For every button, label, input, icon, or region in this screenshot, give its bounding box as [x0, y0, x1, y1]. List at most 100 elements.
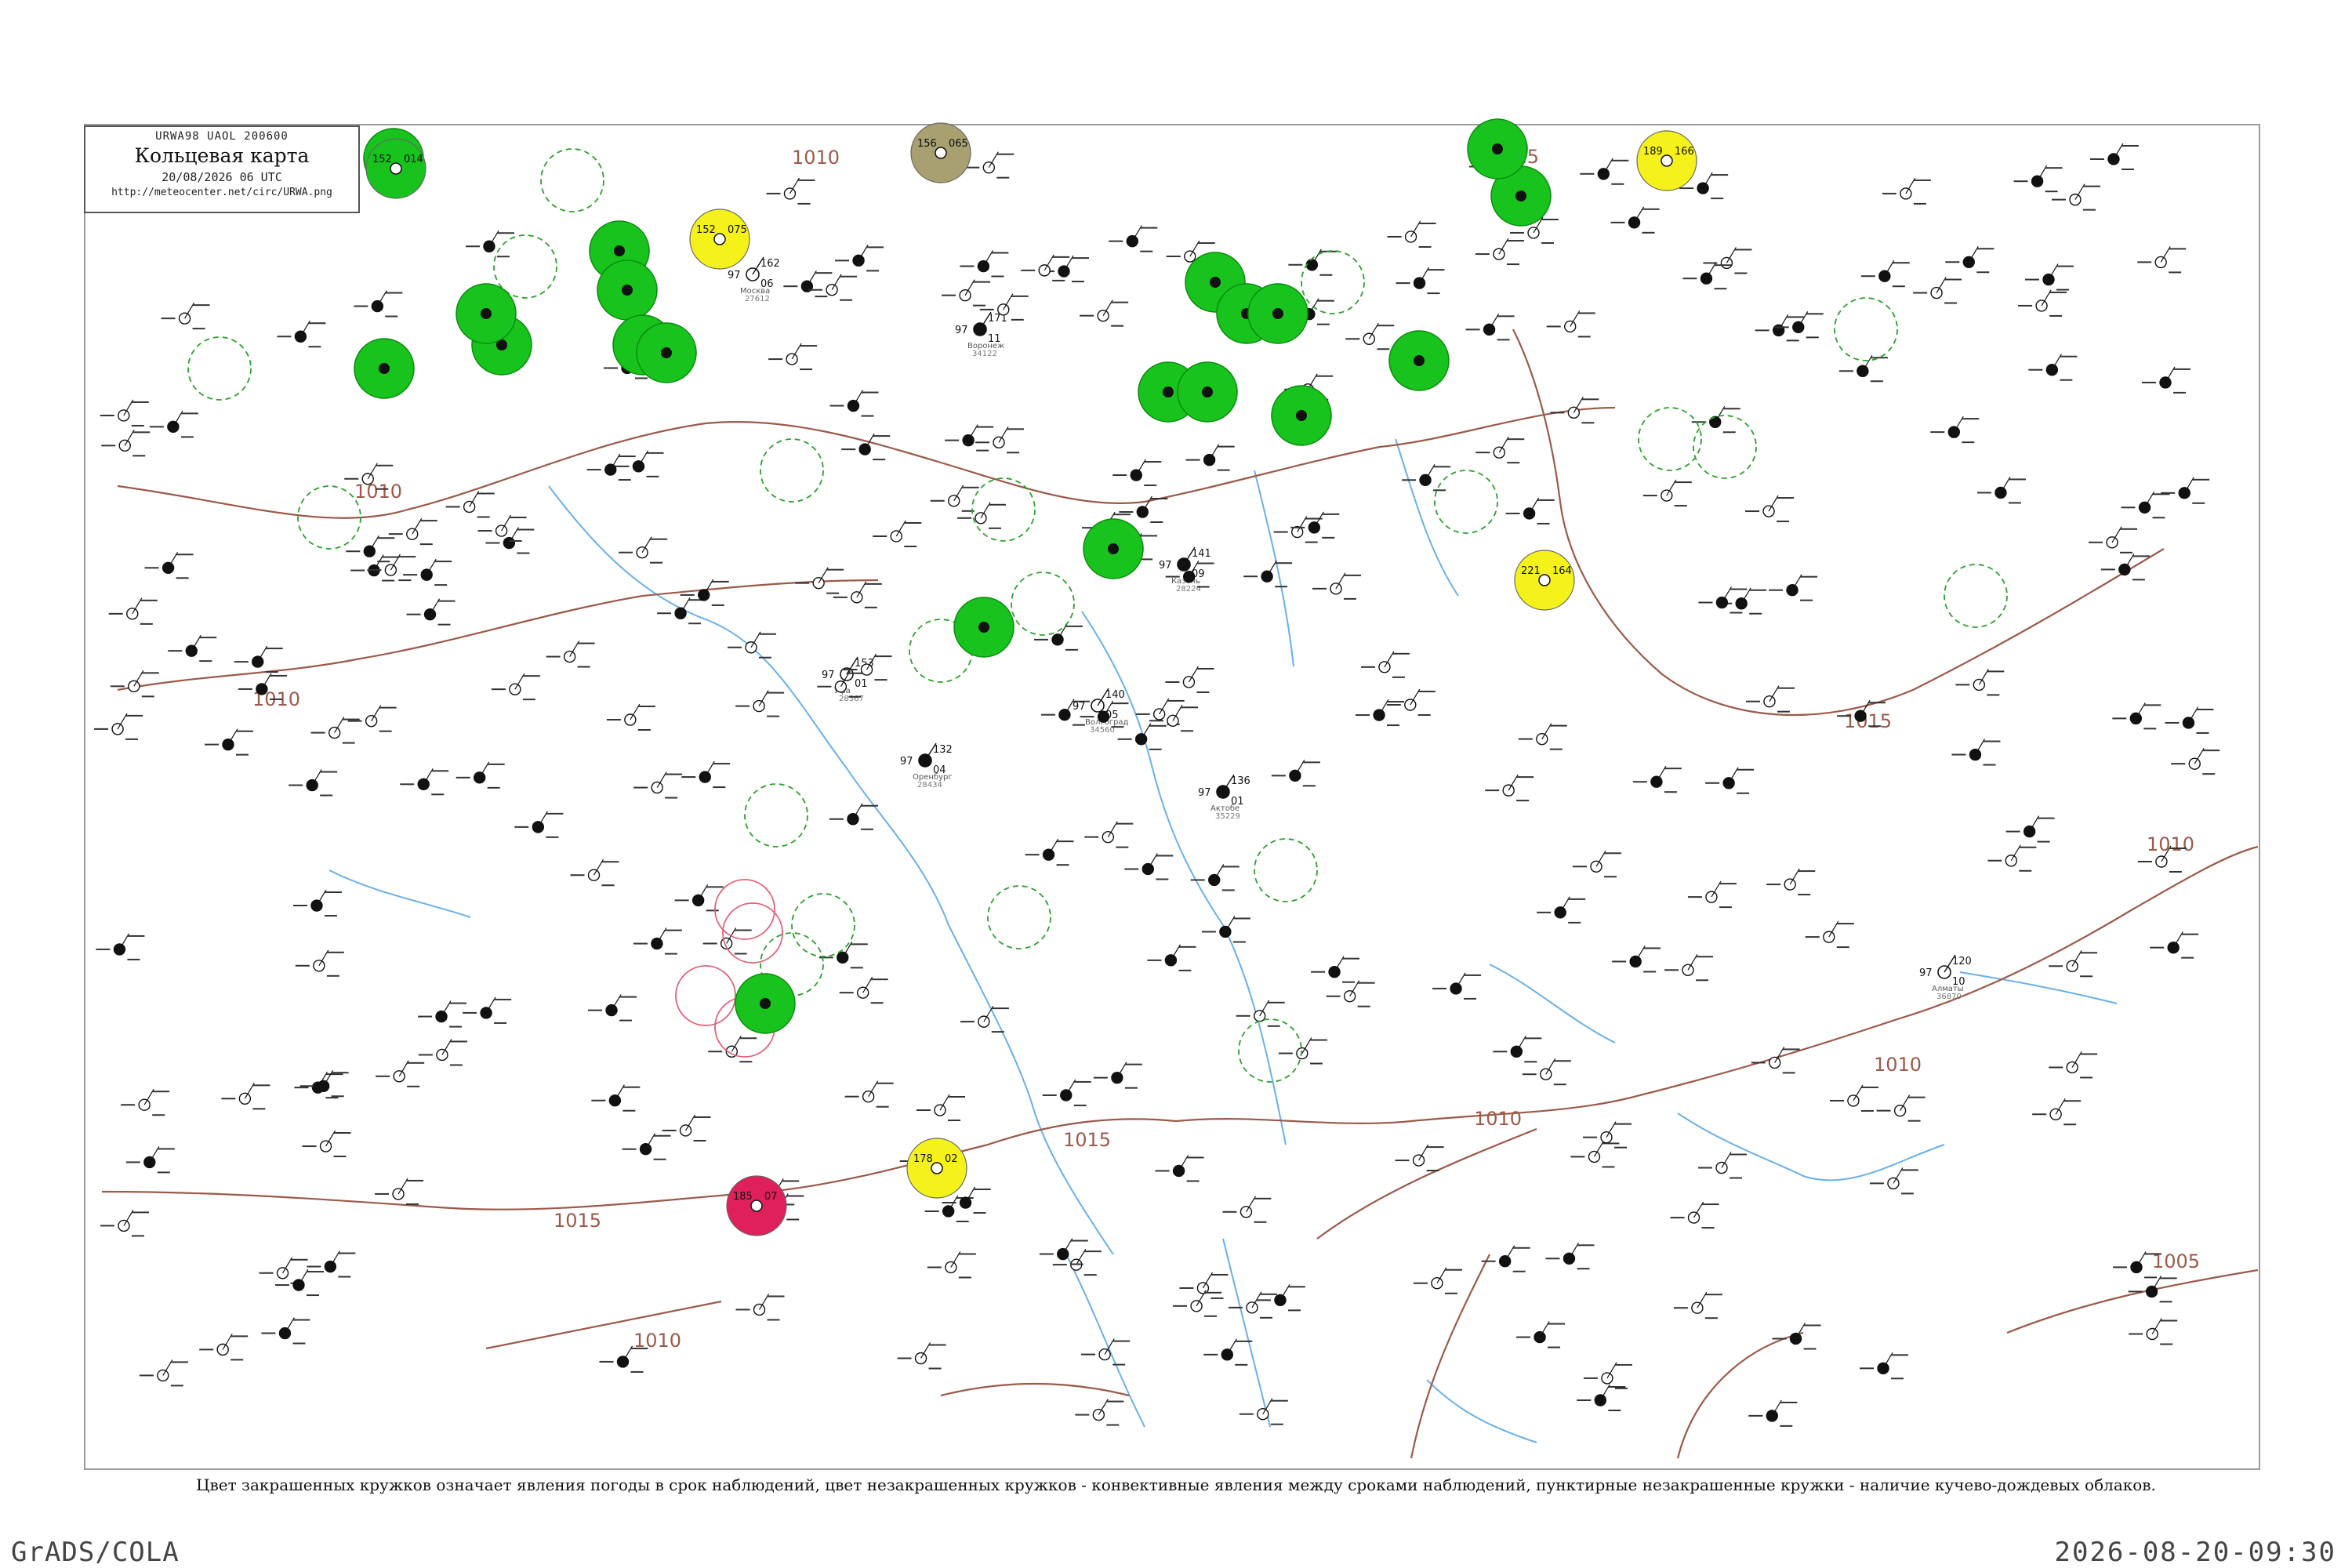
station-plot[interactable] — [289, 769, 338, 797]
station-plot[interactable] — [1583, 1121, 1632, 1149]
station-plot[interactable] — [633, 771, 683, 799]
rain-station[interactable]: 152 014 — [365, 138, 426, 199]
station-plot[interactable] — [204, 728, 253, 756]
station-plot[interactable] — [346, 535, 395, 563]
station-plot[interactable] — [388, 517, 437, 546]
station-plot[interactable] — [1673, 1291, 1722, 1319]
station-plot[interactable] — [514, 811, 564, 838]
station-plot[interactable] — [546, 641, 595, 668]
station-plot[interactable] — [1748, 1399, 1798, 1427]
station-plot[interactable] — [1772, 1323, 1821, 1350]
station-plot[interactable] — [1117, 723, 1167, 750]
station-plot[interactable] — [1572, 850, 1621, 878]
station-plot[interactable] — [2032, 1098, 2082, 1126]
station-plot[interactable] — [1243, 560, 1293, 588]
station-plot[interactable] — [1518, 723, 1567, 750]
station-plot[interactable] — [96, 933, 145, 960]
station-plot[interactable] — [100, 399, 149, 426]
station-plot[interactable] — [965, 151, 1014, 179]
station-plot[interactable] — [1080, 299, 1129, 327]
station-plot[interactable] — [2089, 526, 2138, 554]
station-plot[interactable] — [1119, 495, 1168, 523]
station-plot[interactable] — [277, 320, 326, 348]
station-plot[interactable] — [1402, 464, 1451, 492]
haze-station[interactable]: 156 065 — [910, 122, 971, 183]
station-plot[interactable] — [2051, 183, 2100, 211]
station-plot[interactable] — [930, 485, 979, 512]
station-plot[interactable] — [139, 1359, 188, 1387]
station-plot[interactable] — [1147, 944, 1196, 971]
station-plot[interactable] — [702, 927, 752, 955]
station-plot[interactable] — [1278, 1037, 1327, 1065]
station-plot[interactable] — [1583, 1362, 1632, 1389]
station-plot[interactable] — [570, 858, 619, 887]
station-plot[interactable] — [1869, 1167, 1918, 1195]
station-plot[interactable] — [1360, 651, 1410, 678]
station-plot[interactable] — [1396, 267, 1445, 295]
station-plot[interactable] — [1481, 1245, 1530, 1272]
station-plot[interactable] — [2024, 263, 2074, 291]
station-plot[interactable] — [1256, 1284, 1305, 1312]
station-plot[interactable] — [960, 250, 1009, 278]
station-plot[interactable] — [302, 1130, 351, 1158]
station-plot[interactable] — [1860, 1352, 1909, 1380]
station-plot[interactable] — [1610, 206, 1660, 234]
station-plot[interactable] — [1550, 397, 1599, 424]
station-plot[interactable] — [1951, 739, 2001, 766]
station-plot[interactable] — [1612, 946, 1661, 973]
station-plot[interactable] — [1288, 249, 1338, 276]
station-plot[interactable] — [1580, 158, 1629, 185]
station-plot[interactable]: 171971134122Воронеж — [955, 311, 1007, 358]
station-plot[interactable] — [168, 634, 217, 662]
source-url[interactable]: http://meteocenter.net/circ/URWA.png — [85, 187, 358, 198]
station-plot[interactable] — [376, 1060, 425, 1087]
station-plot[interactable] — [818, 942, 868, 969]
station-plot[interactable] — [2150, 931, 2199, 959]
station-plot[interactable] — [1271, 760, 1320, 787]
station-plot[interactable] — [1112, 459, 1162, 487]
station-plot[interactable] — [633, 927, 682, 955]
station-plot[interactable] — [615, 450, 664, 477]
station-plot[interactable] — [2005, 815, 2055, 843]
station-plot[interactable] — [1345, 322, 1395, 350]
station-plot[interactable] — [491, 673, 540, 701]
station-plot[interactable] — [295, 949, 344, 977]
station-plot[interactable] — [622, 1133, 671, 1160]
station-plot[interactable] — [144, 551, 194, 579]
station-plot[interactable] — [1203, 1338, 1253, 1366]
station-plot[interactable] — [1173, 1290, 1222, 1317]
thunder-station[interactable]: 185 07 — [726, 1175, 787, 1236]
station-plot[interactable] — [1545, 1242, 1595, 1270]
station-plot[interactable] — [1326, 980, 1375, 1007]
station-plot[interactable] — [221, 1083, 270, 1110]
station-plot[interactable] — [1042, 1079, 1091, 1106]
station-plot[interactable] — [586, 453, 636, 481]
station-plot[interactable] — [354, 290, 403, 318]
station-plot[interactable] — [1703, 247, 1752, 274]
station-plot[interactable] — [2049, 1051, 2098, 1079]
station-plot[interactable] — [1034, 623, 1083, 651]
station-plot[interactable] — [2013, 165, 2063, 193]
station-plot[interactable] — [2028, 354, 2078, 381]
station-plot[interactable] — [125, 1146, 175, 1174]
station-plot[interactable] — [783, 270, 833, 298]
station-plot[interactable] — [161, 302, 210, 330]
station-plot[interactable] — [1670, 1201, 1719, 1229]
station-plot[interactable] — [1432, 972, 1482, 1000]
station-plot[interactable] — [121, 1088, 170, 1116]
station-plot[interactable] — [2171, 747, 2220, 775]
station-plot[interactable] — [1311, 956, 1360, 983]
station-plot[interactable] — [2089, 143, 2139, 170]
station-plot[interactable] — [829, 803, 878, 830]
station-plot[interactable] — [1882, 177, 1931, 205]
station-plot[interactable] — [400, 768, 449, 796]
station-plot[interactable] — [101, 430, 151, 457]
station-plot[interactable] — [829, 390, 879, 417]
station-plot[interactable]: 132970428434Оренбург — [900, 742, 953, 789]
station-plot[interactable] — [1109, 225, 1158, 252]
station-plot[interactable] — [1356, 699, 1405, 727]
station-plot[interactable] — [735, 1294, 785, 1321]
station-plot[interactable] — [897, 1342, 946, 1370]
station-plot[interactable] — [1930, 416, 1980, 444]
station-plot[interactable] — [735, 690, 785, 717]
